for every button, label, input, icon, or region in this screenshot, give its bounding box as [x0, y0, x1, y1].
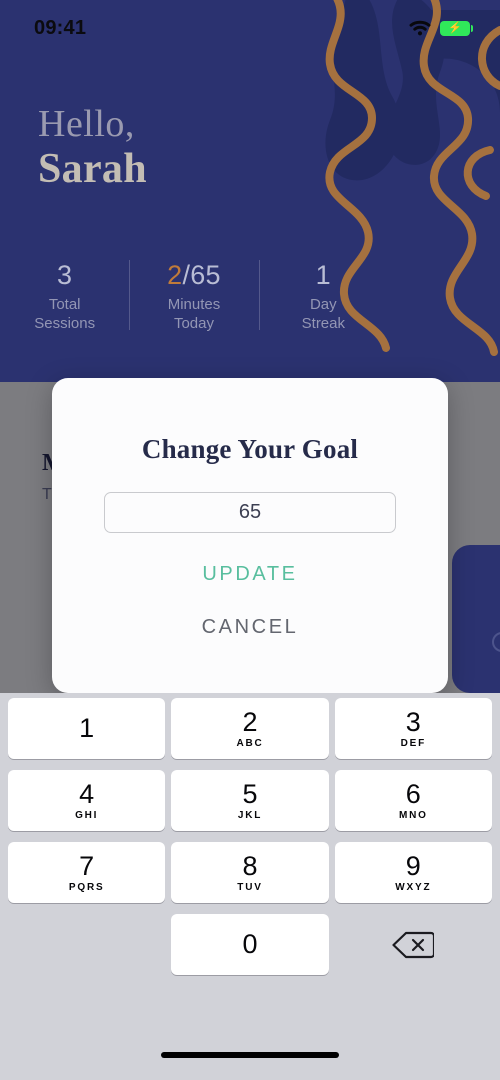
change-goal-dialog: Change Your Goal UPDATE CANCEL	[52, 378, 448, 693]
key-9[interactable]: 9 WXYZ	[334, 842, 492, 903]
charging-bolt-icon: ⚡	[448, 21, 462, 34]
key-3[interactable]: 3 DEF	[334, 698, 492, 759]
stat-value-number: 3	[57, 260, 73, 290]
wifi-icon	[409, 20, 431, 36]
stat-value-accent: 2	[167, 260, 183, 290]
stat-label-line1: Minutes	[167, 296, 221, 314]
stat-minutes-today: 2/65 Minutes Today	[129, 258, 258, 333]
key-number: 3	[405, 706, 421, 737]
key-4[interactable]: 4 GHI	[8, 770, 166, 831]
numeric-keyboard: 1 2 ABC 3 DEF 4 GHI 5 JKL 6 MNO 7 PQRS 8 TUV 9 WXYZ 0	[0, 693, 500, 1080]
stat-value: 1	[259, 260, 388, 291]
stat-value: 2/65	[129, 260, 258, 291]
update-button[interactable]: UPDATE	[52, 563, 448, 586]
key-letters: MNO	[398, 809, 428, 821]
goal-value-input[interactable]	[104, 492, 396, 533]
key-letters: DEF	[400, 737, 427, 749]
key-number: 8	[242, 850, 258, 881]
keyboard-key-grid: 1 2 ABC 3 DEF 4 GHI 5 JKL 6 MNO 7 PQRS 8 TUV 9 WXYZ 0	[3, 698, 497, 975]
key-letters: WXYZ	[395, 881, 432, 893]
home-indicator	[161, 1052, 339, 1058]
stat-label-line2: Sessions	[34, 315, 96, 333]
key-letters: ABC	[236, 737, 264, 749]
status-bar: 09:41 ⚡	[0, 0, 500, 56]
key-1[interactable]: 1	[8, 698, 166, 759]
greeting-block: Hello, Sarah	[38, 103, 147, 193]
key-5[interactable]: 5 JKL	[171, 770, 329, 831]
key-number: 6	[405, 778, 421, 809]
key-0[interactable]: 0	[171, 914, 329, 975]
stat-label: Minutes Today	[129, 295, 258, 333]
greeting-hello: Hello,	[38, 103, 135, 145]
key-letters: GHI	[75, 809, 99, 821]
background-card-subtitle: T	[42, 486, 52, 503]
key-number: 9	[405, 850, 421, 881]
status-bar-clock: 09:41	[34, 16, 87, 39]
greeting-user-name: Sarah	[38, 146, 147, 193]
battery-charging-icon: ⚡	[440, 20, 473, 36]
dialog-title: Change Your Goal	[141, 434, 359, 464]
stat-label-line2: Streak	[301, 315, 345, 333]
stats-row: 3 Total Sessions 2/65 Minutes Today 1 Da…	[0, 258, 388, 346]
key-8[interactable]: 8 TUV	[171, 842, 329, 903]
key-7[interactable]: 7 PQRS	[8, 842, 166, 903]
stat-label-line1: Day	[309, 296, 337, 314]
key-number: 2	[242, 706, 258, 737]
key-number: 7	[79, 850, 95, 881]
key-number: 4	[79, 778, 95, 809]
stat-value: 3	[0, 260, 129, 291]
stat-label: Day Streak	[259, 295, 388, 333]
key-letters: TUV	[237, 881, 263, 893]
stat-label-line1: Total	[48, 296, 81, 314]
key-2[interactable]: 2 ABC	[171, 698, 329, 759]
phone-screen: 09:41 ⚡ Hello, Sarah 3 Total Sessions 2/…	[0, 0, 500, 1080]
stat-total-sessions: 3 Total Sessions	[0, 258, 129, 333]
key-letters: PQRS	[68, 881, 105, 893]
key-6[interactable]: 6 MNO	[334, 770, 492, 831]
key-number: 5	[242, 778, 258, 809]
stat-label: Total Sessions	[0, 295, 129, 333]
key-letters: JKL	[237, 809, 263, 821]
backspace-delete-icon[interactable]	[335, 914, 492, 975]
stat-day-streak: 1 Day Streak	[258, 258, 388, 333]
key-number: 0	[242, 929, 258, 959]
stat-value-number: 1	[315, 260, 331, 290]
cancel-button[interactable]: CANCEL	[52, 616, 448, 639]
status-bar-icons: ⚡	[409, 20, 473, 36]
key-number: 1	[79, 713, 95, 743]
stat-label-line2: Today	[173, 315, 214, 333]
key-blank-left	[8, 914, 165, 975]
stat-value-suffix: /65	[182, 260, 221, 290]
background-navy-card	[452, 545, 500, 693]
